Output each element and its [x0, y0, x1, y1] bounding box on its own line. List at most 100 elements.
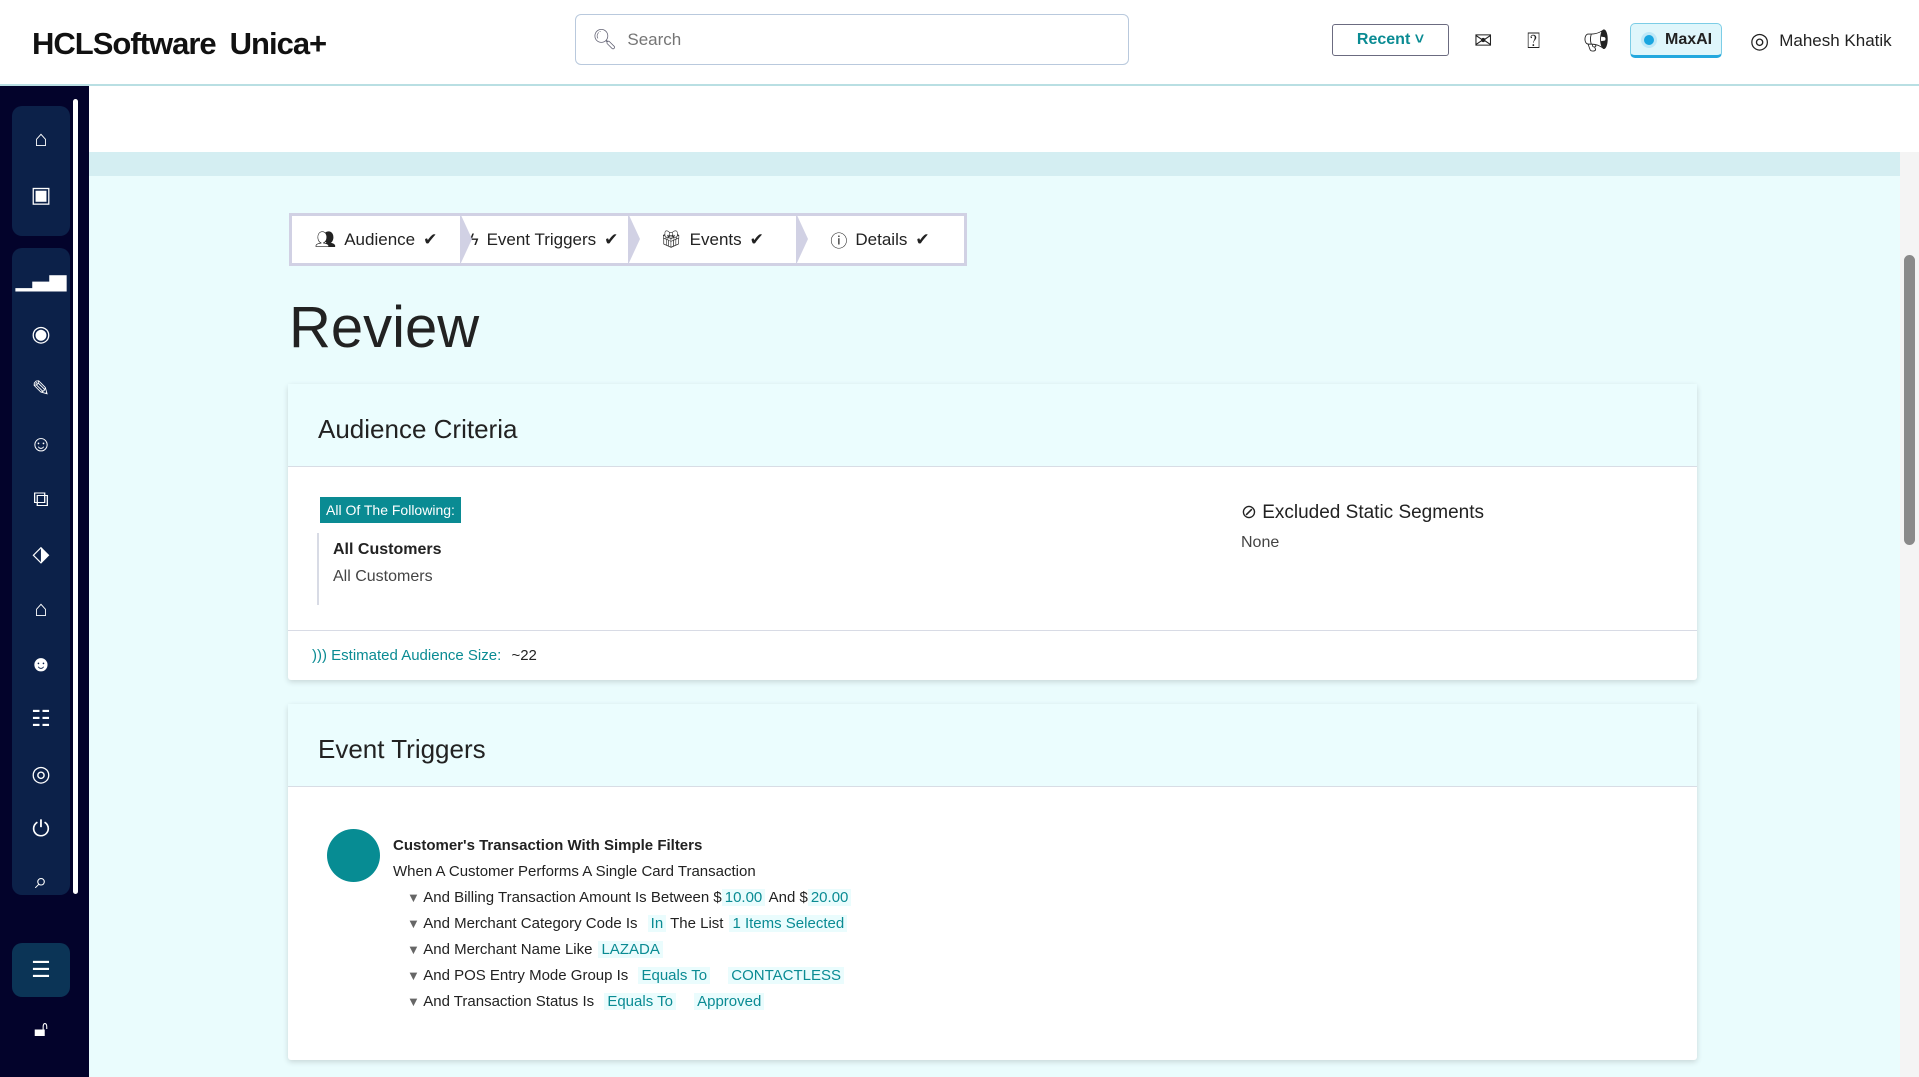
page-title: Review — [289, 295, 480, 360]
mail-icon[interactable]: ✉ — [1474, 28, 1492, 54]
page-scrollbar[interactable] — [1900, 152, 1919, 1077]
sliders-icon: ☰ — [31, 957, 51, 982]
audience-criteria-card: Audience Criteria All Of The Following: … — [288, 384, 1697, 680]
step-events[interactable]: 🎁︎ Events ✔ — [628, 213, 808, 265]
broadcast-icon[interactable]: ◉ — [12, 321, 70, 347]
maxai-icon — [1641, 31, 1657, 48]
search-input[interactable] — [627, 29, 1108, 50]
filter-text: And Billing Transaction Amount Is Betwee… — [423, 889, 710, 906]
recent-dropdown[interactable]: Recent ˅ — [1332, 24, 1449, 56]
edit-document-icon[interactable]: ✎ — [12, 376, 70, 402]
megaphone-icon[interactable]: 📢︎ — [1582, 28, 1610, 54]
filter-row: ▼ And Transaction Status Is Equals To Ap… — [407, 989, 851, 1015]
trigger-desc: When A Customer Performs A Single Card T… — [393, 863, 756, 880]
maxai-label: MaxAI — [1665, 30, 1713, 48]
step-separator — [460, 213, 472, 265]
unlock-icon[interactable]: 🔓︎ — [12, 1016, 70, 1042]
bank-icon[interactable]: ⌂ — [12, 596, 70, 622]
audience-item-title: All Customers — [333, 541, 442, 558]
filter-icon: ▼ — [407, 968, 420, 983]
filter-value[interactable]: 1 Items Selected — [729, 915, 848, 932]
settings-button[interactable]: ☰ — [12, 943, 70, 997]
filter-row: ▼ And POS Entry Mode Group Is Equals To … — [407, 963, 851, 989]
step-label: Details — [855, 229, 908, 249]
top-header: HCLSoftware Unica+ 🔍︎ Recent ˅ ✉ ⍰ 📢︎ Max… — [0, 0, 1919, 86]
user-menu[interactable]: ◎ Mahesh Khatik — [1750, 28, 1892, 54]
users-icon: 👥︎ — [314, 229, 337, 249]
filter-text: And Merchant Category Code Is — [423, 915, 638, 932]
ban-icon: ⊘ — [1241, 502, 1257, 523]
filter-text: And Transaction Status Is — [423, 993, 595, 1010]
maxai-button[interactable]: MaxAI — [1630, 23, 1722, 58]
filter-value: Approved — [694, 993, 765, 1010]
search-analytics-icon[interactable]: ⌕ — [12, 868, 70, 894]
step-audience[interactable]: 👥︎ Audience ✔ — [292, 213, 472, 265]
check-icon: ✔ — [749, 229, 764, 249]
info-icon: ⓘ — [830, 232, 848, 251]
event-triggers-card: Event Triggers Customer's Transaction Wi… — [288, 704, 1697, 1060]
card-title: Audience Criteria — [288, 384, 1697, 467]
analytics-icon[interactable]: ▁▃▅ — [12, 266, 70, 292]
signal-icon: ))) — [312, 647, 327, 664]
filter-icon: ▼ — [407, 994, 420, 1009]
filter-text: And POS Entry Mode Group Is — [423, 967, 629, 984]
step-label: Audience — [344, 229, 416, 249]
excluded-value: None — [1241, 534, 1280, 551]
audience-list: All Customers All Customers — [317, 533, 441, 605]
filter-icon: ▼ — [407, 942, 420, 957]
filter-joiner: And — [768, 889, 796, 906]
hierarchy-icon[interactable]: ⧉ — [12, 486, 70, 512]
search-icon: 🔍︎ — [592, 29, 618, 51]
step-separator — [796, 213, 808, 265]
workflow-icon[interactable]: ☷ — [12, 706, 70, 732]
gallery-icon[interactable]: ▣ — [12, 182, 70, 208]
step-event-triggers[interactable]: ϟ Event Triggers ✔ — [460, 213, 640, 265]
logic-tag: All Of The Following: — [320, 497, 461, 523]
filter-operator: Equals To — [604, 993, 676, 1010]
filter-value: 20.00 — [807, 889, 852, 906]
currency: $ — [713, 889, 722, 906]
help-icon[interactable]: ⍰ — [1527, 28, 1540, 54]
check-icon: ✔ — [915, 229, 930, 249]
scrollbar-thumb[interactable] — [1904, 255, 1915, 545]
search-box[interactable]: 🔍︎ — [575, 14, 1129, 65]
step-label: Events — [689, 229, 742, 249]
product-name: Unica+ — [229, 26, 328, 61]
recent-label: Recent — [1356, 31, 1411, 48]
filter-row: ▼ And Merchant Name Like LAZADA — [407, 937, 851, 963]
sidebar-scrollbar[interactable] — [73, 99, 78, 894]
audience-item-sub: All Customers — [333, 568, 433, 585]
home-icon[interactable]: ⌂ — [12, 126, 70, 152]
user-clock-icon[interactable]: ☺ — [12, 431, 70, 457]
currency: $ — [799, 889, 808, 906]
tag-icon[interactable]: ⬗ — [12, 541, 70, 567]
trigger-avatar — [327, 829, 380, 882]
filter-value: 10.00 — [721, 889, 766, 906]
step-details[interactable]: ⓘ Details ✔ — [796, 216, 964, 263]
estimated-size: ))) Estimated Audience Size: ~22 — [288, 630, 1697, 680]
banner-band — [89, 152, 1900, 176]
sidebar-group-top: ⌂ ▣ — [12, 106, 70, 236]
subheader-bar — [89, 86, 1919, 152]
target-click-icon[interactable]: ◎ — [12, 761, 70, 787]
card-title: Event Triggers — [288, 704, 1697, 787]
filter-value: CONTACTLESS — [728, 967, 845, 984]
filter-icon: ▼ — [407, 916, 420, 931]
user-icon: ◎ — [1750, 28, 1770, 53]
est-label: Estimated Audience Size: — [331, 647, 502, 664]
robot-icon[interactable]: ☻ — [12, 651, 70, 677]
filter-row: ▼ And Billing Transaction Amount Is Betw… — [407, 885, 852, 911]
sidebar-group-main: ▁▃▅ ◉ ✎ ☺ ⧉ ⬗ ⌂ ☻ ☷ ◎ ⏻ ⌕ — [12, 248, 70, 895]
logo[interactable]: HCLSoftware Unica+ — [32, 26, 328, 62]
gift-icon: 🎁︎ — [660, 229, 682, 249]
filter-operator: In — [647, 915, 667, 932]
power-icon[interactable]: ⏻ — [12, 816, 70, 842]
filter-row: ▼ And Merchant Category Code Is In The L… — [407, 911, 851, 937]
filter-text: And Merchant Name Like — [423, 941, 593, 958]
filter-icon: ▼ — [407, 890, 420, 905]
filter-operator: Equals To — [638, 967, 711, 984]
excluded-title: Excluded Static Segments — [1262, 502, 1484, 523]
user-name: Mahesh Khatik — [1779, 31, 1892, 50]
wizard-stepper: 👥︎ Audience ✔ ϟ Event Triggers ✔ 🎁︎ Events ✔ ⓘ… — [289, 213, 967, 266]
excluded-segments: ⊘ Excluded Static Segments None — [1241, 501, 1484, 552]
